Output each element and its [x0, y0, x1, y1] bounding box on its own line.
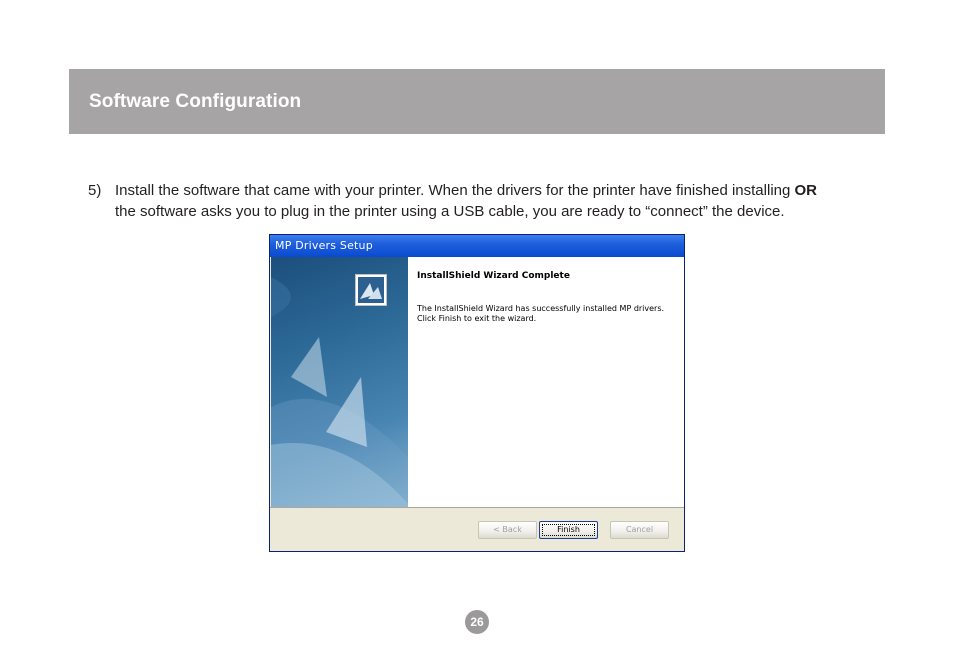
step-text-part2: the software asks you to plug in the pri…	[115, 203, 785, 220]
wizard-content: InstallShield Wizard Complete The Instal…	[408, 257, 684, 507]
step-text: Install the software that came with your…	[115, 180, 820, 222]
section-header: Software Configuration	[69, 69, 885, 134]
step-text-bold: OR	[794, 182, 818, 199]
cancel-button[interactable]: Cancel	[610, 521, 669, 539]
section-title: Software Configuration	[89, 91, 302, 112]
finish-focus-ring	[542, 524, 595, 536]
step-text-part1: Install the software that came with your…	[115, 182, 795, 199]
wizard-message-line1: The InstallShield Wizard has successfull…	[417, 304, 665, 313]
installshield-logo-icon	[355, 274, 387, 306]
wizard-dialog: MP Drivers Setup InstallShield Wizard Co…	[269, 234, 685, 552]
wizard-side-panel	[271, 257, 408, 507]
back-button[interactable]: < Back	[478, 521, 537, 539]
wizard-message: The InstallShield Wizard has successfull…	[417, 304, 679, 324]
button-divider	[270, 507, 684, 508]
page-number-badge: 26	[465, 610, 489, 634]
step-number: 5)	[88, 182, 102, 199]
manual-page: Software Configuration 5) Install the so…	[0, 0, 954, 665]
dialog-title: MP Drivers Setup	[275, 239, 373, 252]
dialog-titlebar[interactable]: MP Drivers Setup	[270, 235, 684, 257]
finish-button[interactable]: Finish	[539, 521, 598, 539]
side-panel-artwork	[271, 277, 408, 507]
wizard-heading: InstallShield Wizard Complete	[417, 271, 570, 281]
wizard-message-line2: Click Finish to exit the wizard.	[417, 314, 537, 323]
